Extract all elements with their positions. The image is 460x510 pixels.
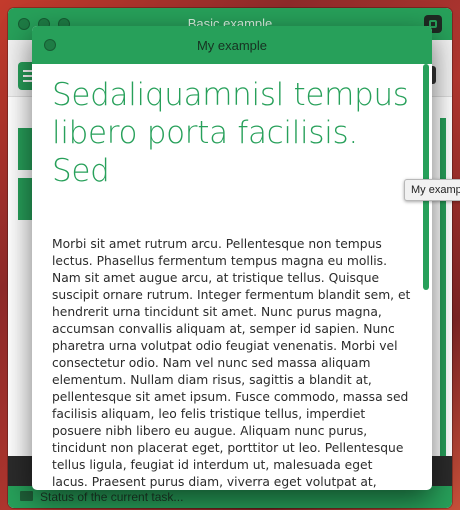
status-text: Status of the current task... xyxy=(40,490,184,504)
tooltip: My examp xyxy=(404,179,460,201)
background-scrollbar[interactable] xyxy=(440,118,446,458)
folder-icon xyxy=(20,491,33,501)
modal-heading: Sedaliquamnisl tempus libero porta facil… xyxy=(52,77,409,189)
modal-scrollbar[interactable] xyxy=(423,64,429,290)
modal-paragraph: Morbi sit amet rutrum arcu. Pellentesque… xyxy=(52,237,411,489)
modal-title: My example xyxy=(196,38,268,53)
modal-titlebar[interactable]: My example xyxy=(32,26,432,64)
modal-window: My example Sedaliquamnisl tempus libero … xyxy=(32,26,432,490)
